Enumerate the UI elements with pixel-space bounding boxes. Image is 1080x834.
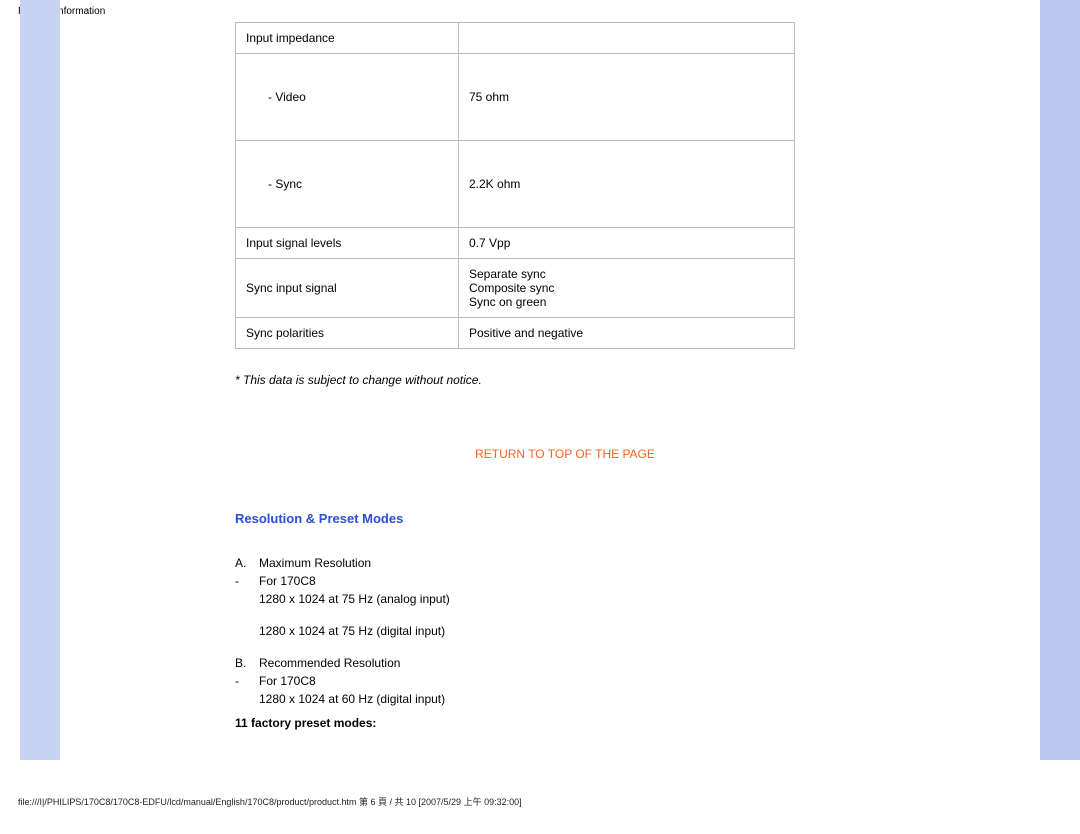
table-row: Sync polaritiesPositive and negative xyxy=(235,317,794,348)
spec-label: - Video xyxy=(235,53,458,140)
spec-value: Positive and negative xyxy=(458,317,794,348)
table-row: Sync input signalSeparate syncComposite … xyxy=(235,258,794,317)
spec-table: Input impedance- Video75 ohm- Sync2.2K o… xyxy=(235,22,795,349)
list-marker-dash: - xyxy=(235,572,253,590)
table-row: - Video75 ohm xyxy=(235,53,794,140)
spec-label: Input signal levels xyxy=(235,227,458,258)
list-marker-dash: - xyxy=(235,672,253,690)
rec-resolution-digital: 1280 x 1024 at 60 Hz (digital input) xyxy=(259,690,895,708)
section-heading: Resolution & Preset Modes xyxy=(235,511,895,526)
max-resolution-digital: 1280 x 1024 at 75 Hz (digital input) xyxy=(259,622,895,640)
table-row: Input impedance xyxy=(235,22,794,53)
rec-resolution-label: Recommended Resolution xyxy=(259,654,400,672)
spec-label: Sync input signal xyxy=(235,258,458,317)
max-resolution-label: Maximum Resolution xyxy=(259,554,371,572)
table-row: - Sync2.2K ohm xyxy=(235,140,794,227)
spec-value: 0.7 Vpp xyxy=(458,227,794,258)
spec-value: 75 ohm xyxy=(458,53,794,140)
preset-modes-heading: 11 factory preset modes: xyxy=(235,714,895,732)
table-row: Input signal levels0.7 Vpp xyxy=(235,227,794,258)
list-marker-a: A. xyxy=(235,554,253,572)
footer-path: file:///I|/PHILIPS/170C8/170C8-EDFU/lcd/… xyxy=(18,795,522,808)
rec-resolution-for: For 170C8 xyxy=(259,672,316,690)
list-marker-b: B. xyxy=(235,654,253,672)
max-resolution-analog: 1280 x 1024 at 75 Hz (analog input) xyxy=(259,590,895,608)
resolution-list: A. Maximum Resolution - For 170C8 1280 x… xyxy=(235,554,895,732)
return-to-top-link[interactable]: RETURN TO TOP OF THE PAGE xyxy=(235,447,895,461)
max-resolution-for: For 170C8 xyxy=(259,572,316,590)
spec-value xyxy=(458,22,794,53)
spec-value: 2.2K ohm xyxy=(458,140,794,227)
right-sidebar xyxy=(1040,0,1080,760)
left-sidebar xyxy=(20,0,60,760)
content-area: Input impedance- Video75 ohm- Sync2.2K o… xyxy=(235,22,895,732)
spec-label: Input impedance xyxy=(235,22,458,53)
spec-value: Separate syncComposite syncSync on green xyxy=(458,258,794,317)
footnote: * This data is subject to change without… xyxy=(235,373,895,387)
spec-label: Sync polarities xyxy=(235,317,458,348)
spec-label: - Sync xyxy=(235,140,458,227)
